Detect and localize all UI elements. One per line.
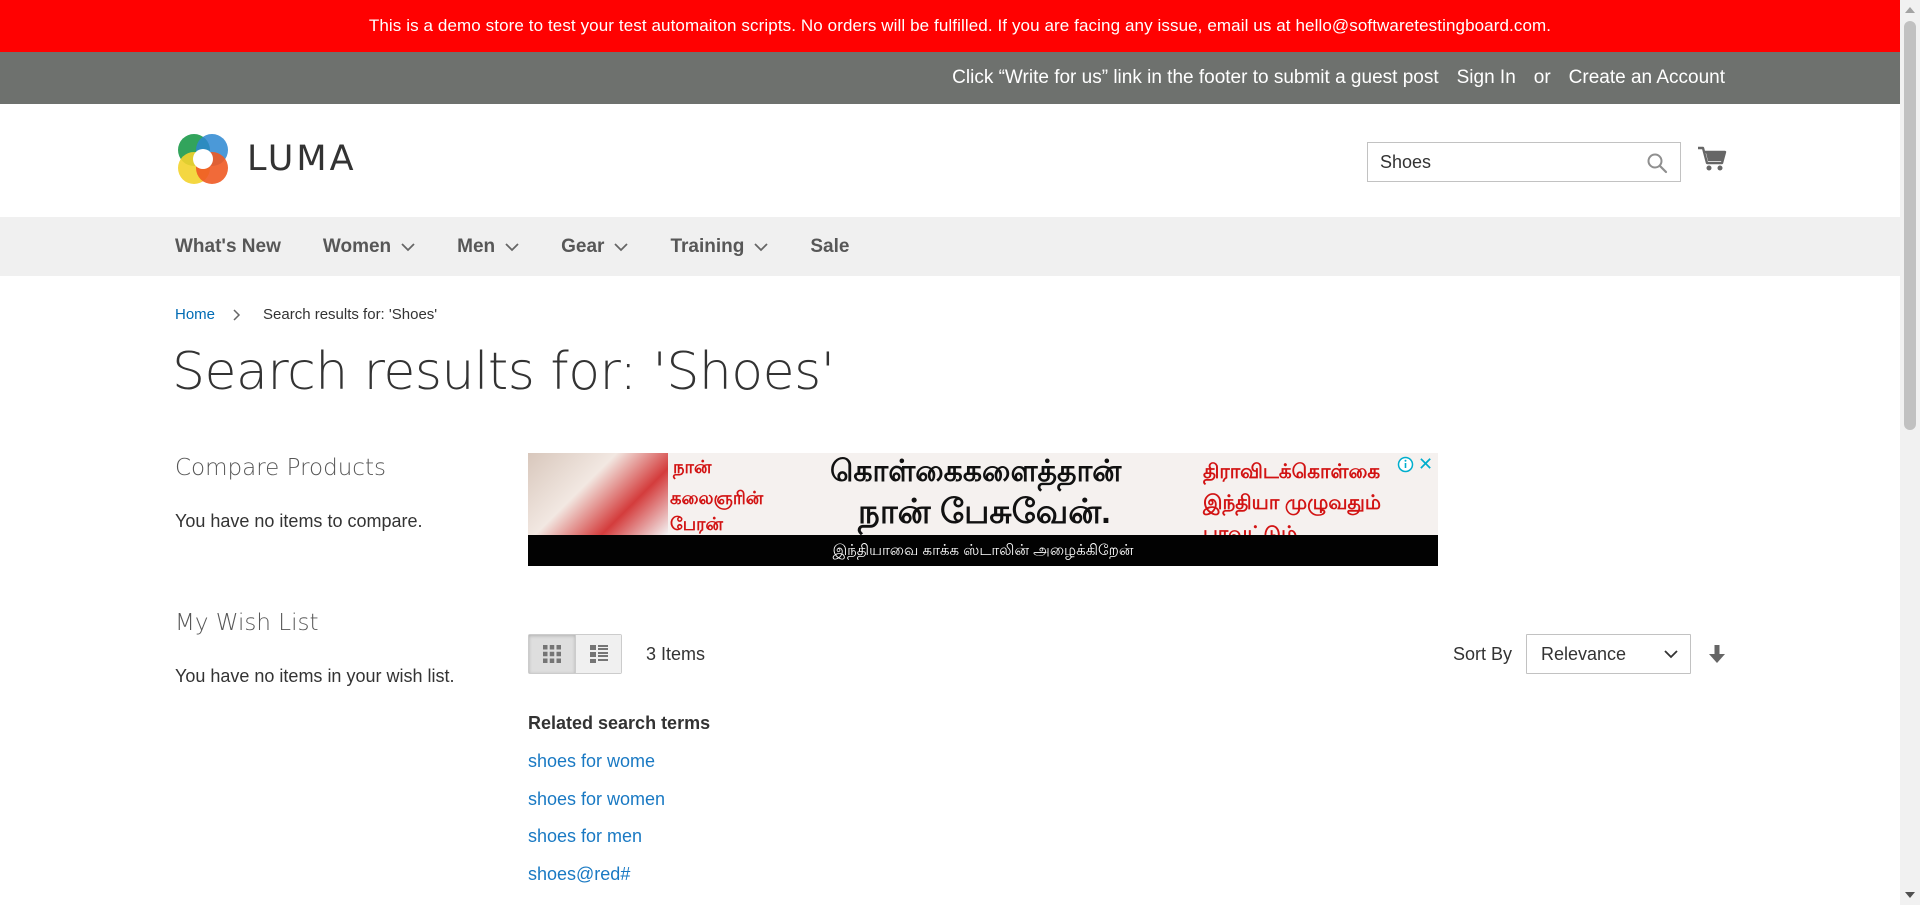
related-term-link[interactable]: shoes for wome	[528, 743, 710, 781]
nav-item-sale[interactable]: Sale	[810, 236, 849, 258]
related-term-link[interactable]: shoes for men	[528, 818, 710, 856]
vertical-scrollbar[interactable]	[1900, 0, 1920, 905]
header-links: Click “Write for us” link in the footer …	[952, 52, 1725, 104]
list-icon	[589, 645, 608, 663]
ad-text-black-b: நான் பேசுவேன்.	[858, 493, 1111, 531]
logo-text: LUMA	[247, 139, 357, 179]
view-mode-switcher	[528, 634, 622, 674]
chevron-down-icon	[401, 242, 415, 251]
create-account-link[interactable]: Create an Account	[1569, 67, 1725, 88]
nav-item-what-s-new[interactable]: What's New	[175, 236, 281, 258]
panel-header: Click “Write for us” link in the footer …	[0, 52, 1920, 104]
scroll-down-arrow-icon[interactable]	[1905, 891, 1915, 899]
sign-in-link[interactable]: Sign In	[1457, 67, 1516, 88]
chevron-down-icon	[505, 242, 519, 251]
breadcrumb-current: Search results for: 'Shoes'	[263, 306, 438, 323]
search-box	[1367, 142, 1681, 182]
or-separator: or	[1533, 67, 1551, 88]
nav-item-label: Sale	[810, 235, 850, 257]
scrollbar-thumb[interactable]	[1904, 21, 1916, 430]
toolbar-amount: 3 Items	[646, 644, 706, 664]
related-term-link[interactable]: shoes for women	[528, 781, 710, 819]
sort-direction-arrow-down-icon[interactable]	[1709, 645, 1725, 663]
page-header: LUMA	[0, 104, 1920, 217]
grid-icon	[543, 645, 561, 663]
nav-item-label: What's New	[175, 235, 281, 257]
breadcrumb: Home Search results for: 'Shoes'	[175, 306, 437, 323]
nav-item-label: Women	[322, 235, 392, 257]
page-title: Search results for: 'Shoes'	[172, 342, 835, 402]
ad-info-icon[interactable]	[1397, 456, 1414, 473]
ad-text-red-c-line: பேரன்	[670, 514, 723, 534]
breadcrumb-chevron-icon	[233, 308, 241, 321]
nav-item-label: Training	[670, 235, 745, 257]
breadcrumb-home-link[interactable]: Home	[175, 306, 215, 323]
sort-by-label: Sort By	[1452, 643, 1512, 664]
nav-item-gear[interactable]: Gear	[561, 235, 629, 258]
ad-text-red-b: கலைஞரின் பேரன்	[670, 485, 763, 537]
demo-notice-bar: This is a demo store to test your test a…	[0, 0, 1920, 52]
grid-view-button[interactable]	[529, 635, 575, 673]
sort-by-select[interactable]: Relevance	[1526, 634, 1691, 674]
ad-text-black-a: கொள்கைகளைத்தான்	[830, 455, 1122, 488]
logo[interactable]: LUMA	[175, 131, 357, 187]
ad-text-red-b-line: கலைஞரின்	[670, 488, 764, 508]
main-navigation: What's New Women Men Gear Training Sale	[0, 217, 1900, 276]
advertisement-banner[interactable]: நான் கலைஞரின் பேரன் கொள்கைகளைத்தான் நான்…	[528, 453, 1438, 566]
luma-logo-icon	[178, 134, 228, 184]
ad-text-red-a: நான்	[673, 457, 712, 477]
nav-item-label: Gear	[561, 235, 605, 257]
ad-bottom-strip: இந்தியாவை காக்க ஸ்டாலின் அழைக்கிறேன்	[528, 535, 1438, 566]
sort-by-value: Relevance	[1541, 643, 1627, 664]
related-search-terms: Related search terms shoes for wome shoes…	[528, 713, 710, 893]
ad-photo	[528, 453, 668, 535]
ad-close-icon[interactable]: ✕	[1418, 455, 1434, 473]
nav-item-training[interactable]: Training	[670, 236, 768, 258]
products-toolbar: 3 Items Sort By Relevance	[528, 634, 1725, 674]
wishlist-title: My Wish List	[175, 610, 319, 636]
sidebar: Compare Products You have no items to co…	[175, 455, 495, 687]
search-input[interactable]	[1368, 143, 1638, 181]
related-terms-title: Related search terms	[528, 713, 711, 733]
nav-item-women[interactable]: Women	[323, 236, 415, 258]
cart-icon[interactable]	[1697, 144, 1727, 174]
demo-notice-text: This is a demo store to test your test a…	[368, 16, 1552, 35]
nav-item-label: Men	[457, 235, 496, 257]
compare-empty-text: You have no items to compare.	[175, 511, 423, 531]
chevron-down-icon	[614, 242, 629, 251]
chevron-down-icon	[1664, 650, 1678, 659]
compare-title: Compare Products	[175, 455, 386, 481]
scroll-up-arrow-icon[interactable]	[1905, 6, 1915, 14]
chevron-down-icon	[754, 242, 768, 251]
welcome-message: Click “Write for us” link in the footer …	[952, 67, 1439, 88]
related-term-link[interactable]: shoes@red#	[528, 856, 710, 894]
wishlist-empty-text: You have no items in your wish list.	[175, 666, 455, 686]
sorter: Sort By Relevance	[1453, 634, 1725, 674]
search-icon[interactable]	[1646, 152, 1668, 174]
list-view-button[interactable]	[575, 635, 621, 673]
ad-text-red-e-line: இந்தியா முழுவதும்	[1203, 492, 1381, 514]
nav-item-men[interactable]: Men	[457, 236, 519, 258]
